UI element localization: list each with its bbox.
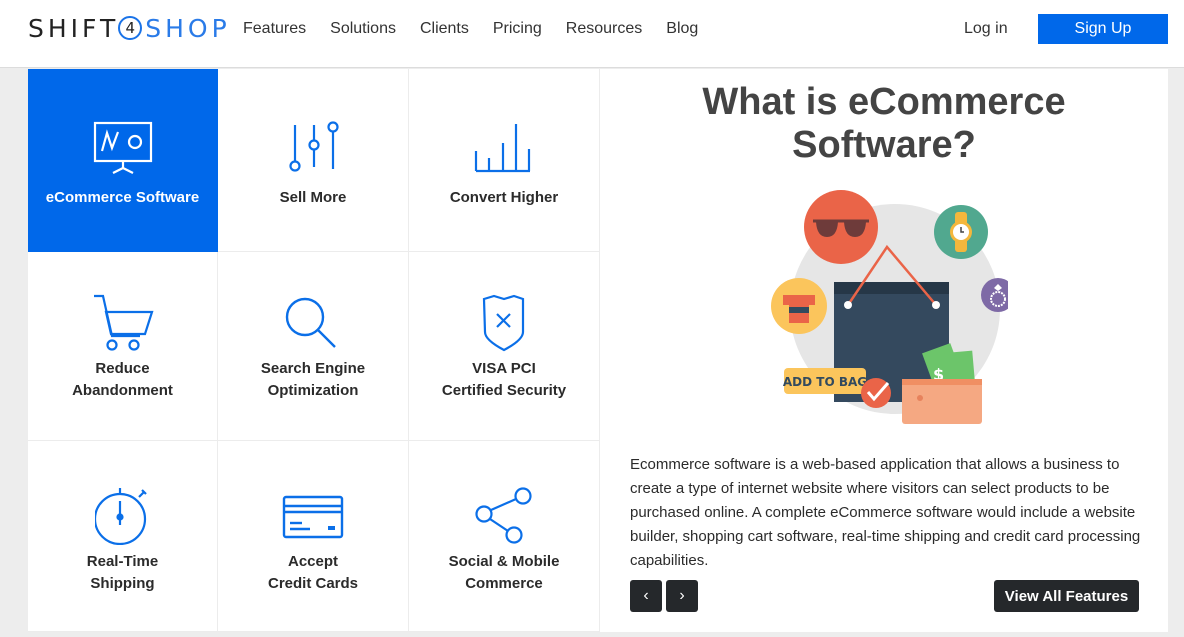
nav-pricing[interactable]: Pricing <box>493 18 542 40</box>
signup-button[interactable]: Sign Up <box>1038 14 1168 44</box>
magnifier-icon <box>285 292 341 352</box>
feature-tile-sell-more[interactable]: Sell More <box>218 69 409 252</box>
feature-label-line2: Optimization <box>267 382 359 399</box>
feature-tile-seo[interactable]: Search Engine Optimization <box>218 252 409 441</box>
feature-label-line2: Credit Cards <box>267 575 359 592</box>
feature-label-line1: Real-Time <box>86 553 159 570</box>
shopping-bag-illustration: $ ADD TO BAG <box>771 190 1008 424</box>
logo-text-shop: SHOP <box>145 13 231 43</box>
feature-label-line1: Search Engine <box>260 360 366 377</box>
site-header: SHIFT 4 SHOP Features Solutions Clients … <box>0 0 1184 68</box>
stopwatch-icon <box>94 485 151 545</box>
nav-resources[interactable]: Resources <box>566 18 642 40</box>
login-link[interactable]: Log in <box>964 18 1008 40</box>
main-nav: Features Solutions Clients Pricing Resou… <box>243 18 722 40</box>
prev-feature-button[interactable]: ‹ <box>630 580 662 612</box>
credit-card-icon <box>282 485 344 545</box>
title-line1: What is eCommerce <box>702 81 1066 123</box>
share-icon <box>473 485 535 545</box>
feature-label-line1: VISA PCI <box>472 360 536 377</box>
add-to-bag-badge: ADD TO BAG <box>783 375 867 389</box>
feature-label: Convert Higher <box>449 189 559 206</box>
feature-grid: eCommerce Software Sell More Convert Hig… <box>28 69 600 632</box>
feature-label-line2: Shipping <box>90 575 155 592</box>
presentation-board-icon <box>93 115 153 175</box>
title-line2: Software? <box>792 124 976 166</box>
feature-tile-accept-credit-cards[interactable]: Accept Credit Cards <box>218 441 409 632</box>
nav-clients[interactable]: Clients <box>420 18 469 40</box>
nav-blog[interactable]: Blog <box>666 18 698 40</box>
feature-label-line1: Accept <box>287 553 339 570</box>
feature-tile-convert-higher[interactable]: Convert Higher <box>409 69 600 252</box>
feature-label-line1: Social & Mobile <box>448 553 560 570</box>
features-section: eCommerce Software Sell More Convert Hig… <box>28 69 1168 632</box>
shopping-cart-icon <box>92 292 154 352</box>
view-all-features-button[interactable]: View All Features <box>994 580 1139 612</box>
bar-chart-icon <box>474 115 534 175</box>
feature-tile-social-mobile[interactable]: Social & Mobile Commerce <box>409 441 600 632</box>
nav-features[interactable]: Features <box>243 18 306 40</box>
feature-tile-pci-security[interactable]: VISA PCI Certified Security <box>409 252 600 441</box>
feature-tile-ecommerce-software[interactable]: eCommerce Software <box>28 69 218 252</box>
feature-title: What is eCommerce Software? <box>600 81 1168 167</box>
feature-label-line2: Certified Security <box>441 382 567 399</box>
sliders-icon <box>285 115 341 175</box>
chevron-right-icon: › <box>679 587 685 604</box>
nav-solutions[interactable]: Solutions <box>330 18 396 40</box>
feature-tile-real-time-shipping[interactable]: Real-Time Shipping <box>28 441 218 632</box>
logo-text-shift: SHIFT <box>28 13 120 43</box>
feature-label: Sell More <box>279 189 347 206</box>
feature-label-line1: Reduce <box>95 360 150 377</box>
next-feature-button[interactable]: › <box>666 580 698 612</box>
shift4shop-logo[interactable]: SHIFT 4 SHOP <box>28 13 231 43</box>
chevron-left-icon: ‹ <box>643 587 649 604</box>
feature-label-line2: Commerce <box>465 575 543 592</box>
feature-label-line2: Abandonment <box>72 382 173 399</box>
feature-detail-panel: What is eCommerce Software? $ ADD TO BAG… <box>600 69 1168 632</box>
feature-tile-reduce-abandonment[interactable]: Reduce Abandonment <box>28 252 218 441</box>
shield-icon <box>481 292 527 352</box>
feature-label: eCommerce Software <box>45 189 200 206</box>
logo-circle-4: 4 <box>118 16 143 40</box>
feature-description: Ecommerce software is a web-based applic… <box>630 456 1141 569</box>
